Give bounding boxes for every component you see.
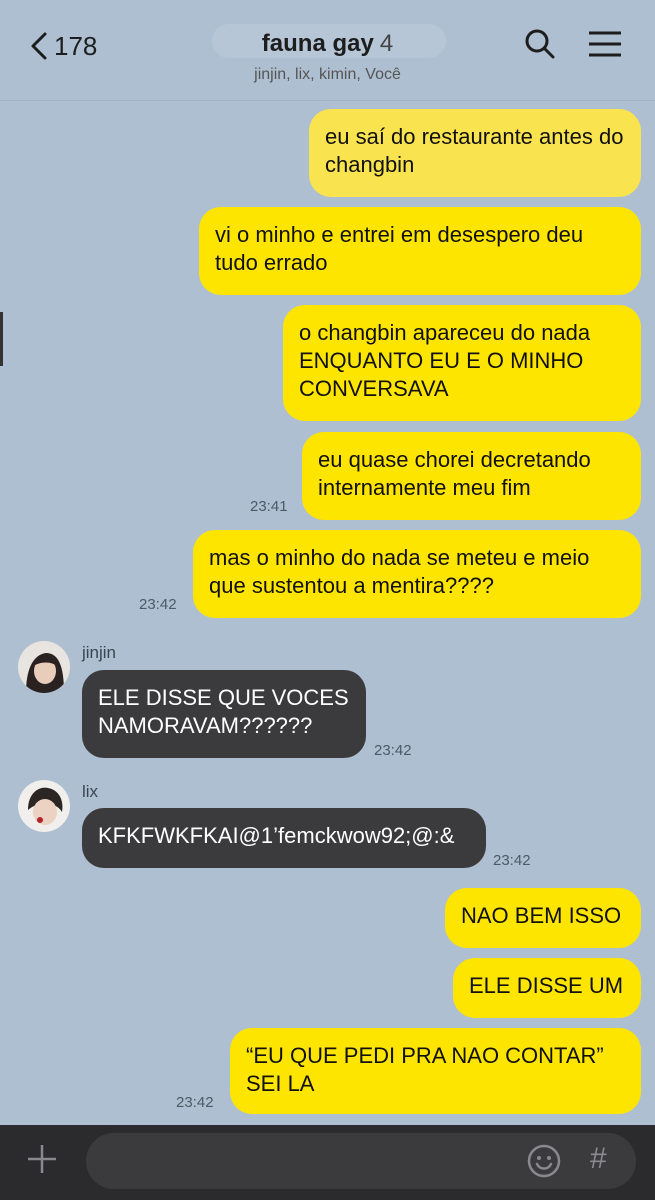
attach-button[interactable] [26,1143,58,1175]
avatar-image [18,780,70,832]
search-icon [525,29,555,59]
chat-members: jinjin, lix, kimin, Você [254,66,401,83]
message-bubble-sent[interactable]: ELE DISSE UM [453,958,641,1018]
message-bubble-sent[interactable]: eu quase chorei decretando internamente … [302,432,641,520]
hamburger-menu-icon [589,31,621,57]
chat-header: 178 fauna gay 4 jinjin, lix, kimin, Você [0,0,655,101]
scroll-indicator [0,312,3,366]
menu-button[interactable] [588,31,622,62]
search-button[interactable] [524,28,556,65]
sender-name: jinjin [82,643,117,662]
message-bubble-sent[interactable]: “EU QUE PEDI PRA NAO CONTAR” SEI LA [230,1028,641,1114]
plus-icon [28,1145,56,1173]
message-bubble-received[interactable]: ELE DISSE QUE VOCES NAMORAVAM?????? [82,670,366,758]
message-time: 23:42 [139,596,177,613]
message-time: 23:41 [250,498,288,515]
message-bubble-sent[interactable]: mas o minho do nada se meteu e meio que … [193,530,641,618]
message-bubble-sent[interactable]: eu saí do restaurante antes do changbin [309,109,641,197]
message-bubble-received[interactable]: KFKFWKFKAI@1’femckwow92;@:& [82,808,486,868]
avatar-lix[interactable] [18,780,70,832]
message-bubble-sent[interactable]: o changbin apareceu do nada ENQUANTO EU … [283,305,641,421]
member-count: 4 [379,30,394,57]
emoji-icon [527,1144,561,1178]
message-bubble-sent[interactable]: NAO BEM ISSO [445,888,641,948]
message-time: 23:42 [374,742,412,759]
avatar-jinjin[interactable] [18,641,70,693]
chat-title-text: fauna gay [261,30,374,57]
message-bubble-sent[interactable]: vi o minho e entrei em desespero deu tud… [199,207,641,295]
emoji-button[interactable] [526,1143,562,1179]
sender-name: lix [82,782,99,801]
hash-icon[interactable]: # [590,1142,607,1176]
message-time: 23:42 [176,1094,214,1111]
avatar-image [18,641,70,693]
message-time: 23:42 [493,852,531,869]
chat-title[interactable]: fauna gay 4 [0,30,655,58]
